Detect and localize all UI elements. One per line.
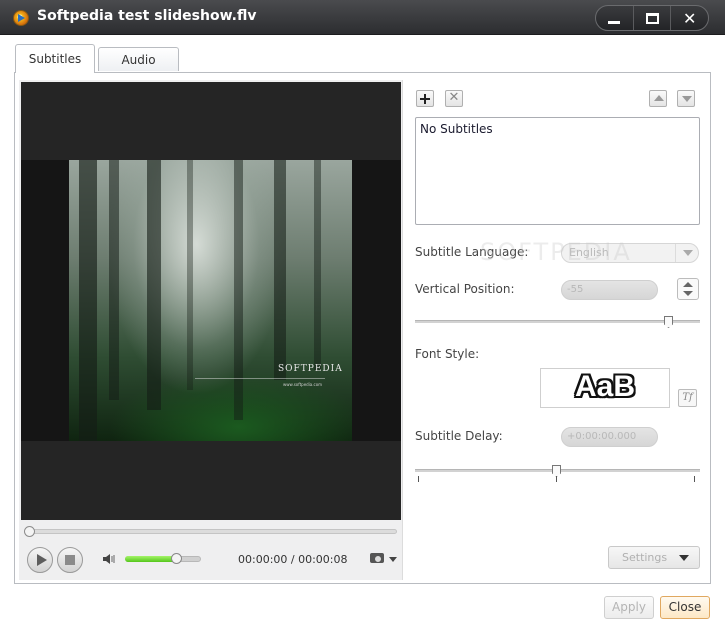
chevron-down-icon [389,557,397,562]
subtitle-delay-input[interactable]: +0:00:00.000 [561,427,658,447]
list-item[interactable]: No Subtitles [420,122,493,136]
speaker-icon[interactable] [102,553,116,565]
settings-label: Settings [622,551,668,564]
camera-icon [370,553,384,563]
close-button[interactable]: Close [660,596,710,619]
video-watermark-logo: SOFTPEDIA [278,364,343,374]
chevron-down-icon[interactable] [675,244,699,262]
vertical-position-input[interactable]: -55 [561,280,658,300]
chevron-down-icon [679,555,689,561]
apply-button[interactable]: Apply [604,596,654,619]
softpedia-watermark: SOFTPEDIA [480,238,632,266]
vertical-position-stepper[interactable] [677,278,699,300]
maximize-icon [645,12,659,24]
maximize-button[interactable] [634,6,672,30]
font-settings-button[interactable]: Tf [678,389,697,407]
subtitle-delay-label: Subtitle Delay: [415,429,503,443]
volume-fill [125,556,177,562]
remove-subtitle-button[interactable]: ✕ [445,90,463,107]
minimize-button[interactable] [596,6,634,30]
tab-audio[interactable]: Audio [98,47,179,71]
move-down-button[interactable] [677,90,695,107]
close-window-button[interactable]: ✕ [671,6,708,30]
font-preview-text: AaB [574,370,635,403]
window-controls: ✕ [595,5,709,31]
seek-bar[interactable] [25,529,397,534]
x-icon: ✕ [448,90,460,105]
video-watermark-line [195,378,325,379]
font-style-label: Font Style: [415,347,480,361]
vertical-position-slider[interactable] [415,320,700,323]
slider-tick [556,476,557,482]
close-icon: ✕ [682,8,697,28]
seek-thumb[interactable] [24,526,35,537]
slider-tick [418,476,419,482]
add-subtitle-button[interactable] [416,90,434,107]
vertical-position-label: Vertical Position: [415,282,515,296]
stop-button[interactable] [57,547,83,573]
volume-thumb[interactable] [171,553,182,564]
video-frame-image [69,160,352,441]
minimize-icon [608,20,621,24]
play-button[interactable] [27,547,53,573]
app-icon [13,10,29,26]
font-icon: Tf [682,392,693,403]
tab-subtitles[interactable]: Subtitles [15,44,95,73]
window-title: Softpedia test slideshow.flv [37,8,257,24]
slider-tick [694,476,695,482]
title-bar: Softpedia test slideshow.flv ✕ [0,0,725,35]
time-readout: 00:00:00 / 00:00:08 [238,553,348,566]
move-up-button[interactable] [649,90,667,107]
video-watermark-url: www.softpedia.com [283,382,323,387]
